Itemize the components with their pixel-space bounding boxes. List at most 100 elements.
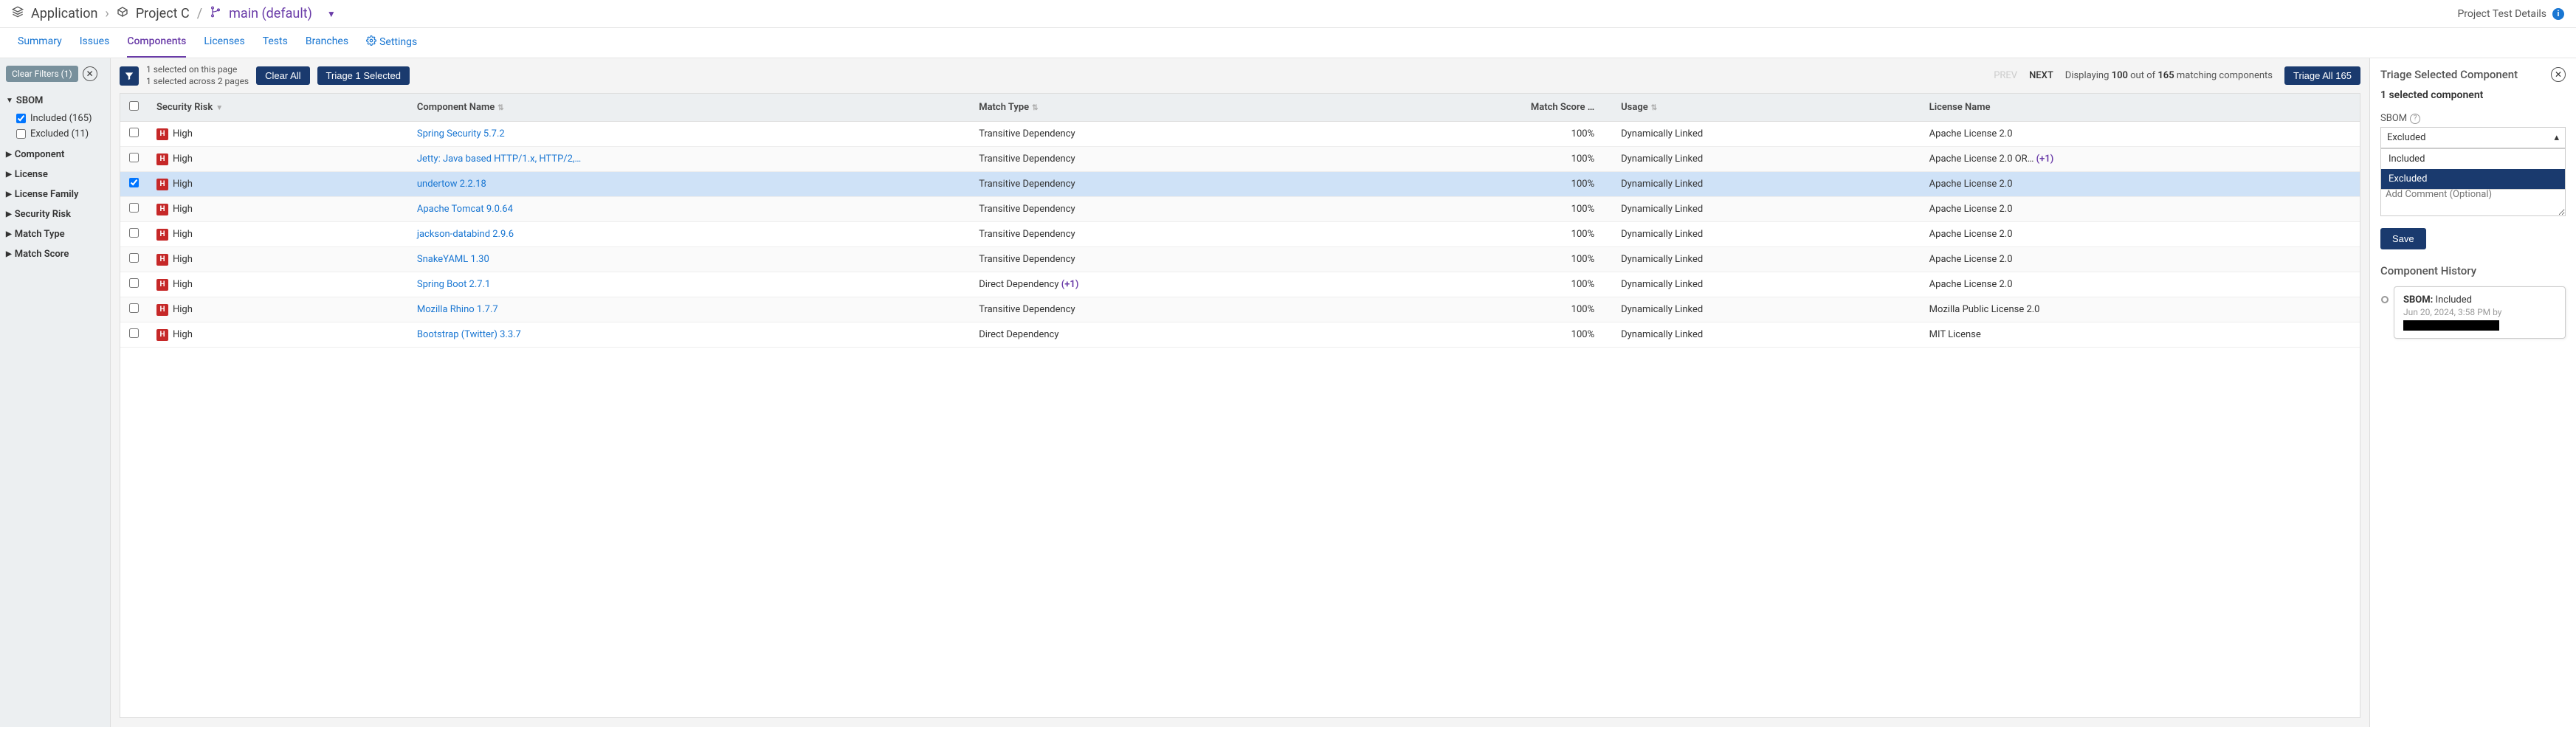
table-row[interactable]: HHigh SnakeYAML 1.30 Transitive Dependen… <box>120 247 2360 272</box>
tab-summary[interactable]: Summary <box>18 28 62 58</box>
tab-branches[interactable]: Branches <box>306 28 348 58</box>
branch-dropdown-icon[interactable]: ▼ <box>327 9 336 19</box>
branch-icon <box>210 6 221 21</box>
project-details-link[interactable]: Project Test Details <box>2457 8 2546 20</box>
tab-issues[interactable]: Issues <box>80 28 110 58</box>
sbom-select[interactable]: Excluded ▴ <box>2380 127 2566 148</box>
column-header-match-type[interactable]: Match Type⇅ <box>970 94 1333 122</box>
table-row[interactable]: HHigh Apache Tomcat 9.0.64 Transitive De… <box>120 197 2360 222</box>
usage-value: Dynamically Linked <box>1621 254 1703 265</box>
table-row[interactable]: HHigh undertow 2.2.18 Transitive Depende… <box>120 172 2360 197</box>
caret-right-icon: ▶ <box>6 210 12 218</box>
sort-down-icon: ▼ <box>216 104 223 112</box>
component-link[interactable]: Apache Tomcat 9.0.64 <box>417 204 513 215</box>
column-header-name[interactable]: Component Name⇅ <box>408 94 970 122</box>
save-button[interactable]: Save <box>2380 228 2426 249</box>
filter-heading-match-score[interactable]: ▶Match Score <box>6 244 104 264</box>
table-row[interactable]: HHigh Spring Boot 2.7.1 Direct Dependenc… <box>120 272 2360 297</box>
license-value: Apache License 2.0 <box>1929 229 2013 240</box>
filter-heading-license-family[interactable]: ▶License Family <box>6 184 104 204</box>
row-checkbox[interactable] <box>129 328 139 338</box>
component-link[interactable]: Jetty: Java based HTTP/1.x, HTTP/2,… <box>417 153 581 165</box>
dropdown-item-excluded[interactable]: Excluded <box>2381 169 2565 189</box>
filter-option-included[interactable]: Included (165) <box>6 111 104 126</box>
caret-down-icon: ▼ <box>6 97 13 105</box>
row-checkbox[interactable] <box>129 153 139 162</box>
match-score-value: 100% <box>1571 229 1594 240</box>
column-header-checkbox[interactable] <box>120 94 148 122</box>
table-row[interactable]: HHigh jackson-databind 2.9.6 Transitive … <box>120 222 2360 247</box>
table-row[interactable]: HHigh Mozilla Rhino 1.7.7 Transitive Dep… <box>120 297 2360 322</box>
filter-heading-security-risk[interactable]: ▶Security Risk <box>6 204 104 224</box>
tab-tests[interactable]: Tests <box>263 28 288 58</box>
filter-heading-component[interactable]: ▶Component <box>6 145 104 165</box>
row-checkbox[interactable] <box>129 178 139 187</box>
plus-count: (+1) <box>2036 153 2054 165</box>
column-header-risk[interactable]: Security Risk▼ <box>148 94 408 122</box>
row-checkbox[interactable] <box>129 278 139 288</box>
tab-licenses[interactable]: Licenses <box>204 28 244 58</box>
clear-filters-button[interactable]: Clear Filters (1) <box>6 66 78 82</box>
triage-count: 1 selected component <box>2380 89 2566 101</box>
column-header-license[interactable]: License Name <box>1921 94 2360 122</box>
row-checkbox[interactable] <box>129 253 139 263</box>
tab-components[interactable]: Components <box>127 28 186 58</box>
component-link[interactable]: Mozilla Rhino 1.7.7 <box>417 304 498 315</box>
triage-title: Triage Selected Component <box>2380 68 2518 81</box>
risk-label: High <box>173 329 193 340</box>
clear-all-button[interactable]: Clear All <box>256 66 309 85</box>
match-type-value: Transitive Dependency <box>979 128 1075 139</box>
component-link[interactable]: Spring Boot 2.7.1 <box>417 279 490 290</box>
component-link[interactable]: jackson-databind 2.9.6 <box>417 229 514 240</box>
displaying-text: Displaying 100 out of 165 matching compo… <box>2065 70 2273 81</box>
sbom-dropdown: Included Excluded <box>2380 148 2566 190</box>
table-row[interactable]: HHigh Bootstrap (Twitter) 3.3.7 Direct D… <box>120 322 2360 348</box>
row-checkbox[interactable] <box>129 228 139 238</box>
risk-badge-icon: H <box>156 304 168 316</box>
license-value: Apache License 2.0 <box>1929 179 2013 190</box>
select-all-checkbox[interactable] <box>129 101 139 111</box>
component-link[interactable]: Spring Security 5.7.2 <box>417 128 505 139</box>
component-link[interactable]: undertow 2.2.18 <box>417 179 486 190</box>
filter-checkbox-included[interactable] <box>16 114 26 123</box>
filter-heading-license[interactable]: ▶License <box>6 165 104 184</box>
dropdown-item-included[interactable]: Included <box>2381 149 2565 169</box>
gear-icon <box>366 35 376 49</box>
filter-checkbox-excluded[interactable] <box>16 129 26 139</box>
risk-badge-icon: H <box>156 329 168 341</box>
close-icon[interactable]: ✕ <box>2551 67 2566 82</box>
breadcrumb-app[interactable]: Application <box>31 6 97 21</box>
tab-settings[interactable]: Settings <box>366 28 417 58</box>
table-row[interactable]: HHigh Jetty: Java based HTTP/1.x, HTTP/2… <box>120 147 2360 172</box>
stack-icon <box>12 6 24 21</box>
help-icon[interactable]: ? <box>2410 114 2420 124</box>
pager-next[interactable]: NEXT <box>2029 70 2053 81</box>
row-checkbox[interactable] <box>129 128 139 137</box>
breadcrumb-branch[interactable]: main (default) <box>229 6 312 21</box>
filter-heading-sbom[interactable]: ▼SBOM <box>6 91 104 111</box>
row-checkbox[interactable] <box>129 303 139 313</box>
row-checkbox[interactable] <box>129 203 139 213</box>
match-type-value: Transitive Dependency <box>979 153 1075 165</box>
table-row[interactable]: HHigh Spring Security 5.7.2 Transitive D… <box>120 122 2360 147</box>
usage-value: Dynamically Linked <box>1621 279 1703 290</box>
info-icon[interactable]: i <box>2552 8 2564 20</box>
match-type-value: Transitive Dependency <box>979 254 1075 265</box>
filter-heading-match-type[interactable]: ▶Match Type <box>6 224 104 244</box>
filter-option-excluded[interactable]: Excluded (11) <box>6 126 104 142</box>
usage-value: Dynamically Linked <box>1621 153 1703 165</box>
column-header-usage[interactable]: Usage⇅ <box>1612 94 1921 122</box>
filter-toggle-button[interactable] <box>120 66 139 86</box>
breadcrumb-project[interactable]: Project C <box>136 6 190 21</box>
match-type-value: Transitive Dependency <box>979 304 1075 315</box>
triage-selected-button[interactable]: Triage 1 Selected <box>317 66 410 85</box>
license-value: Apache License 2.0 <box>1929 128 2013 139</box>
breadcrumb: Application › Project C / main (default)… <box>12 6 336 21</box>
risk-badge-icon: H <box>156 153 168 165</box>
column-header-match-score[interactable]: Match Score … <box>1333 94 1612 122</box>
triage-all-button[interactable]: Triage All 165 <box>2284 66 2360 85</box>
caret-right-icon: ▶ <box>6 151 12 159</box>
component-link[interactable]: SnakeYAML 1.30 <box>417 254 489 265</box>
component-link[interactable]: Bootstrap (Twitter) 3.3.7 <box>417 329 521 340</box>
clear-filters-x-icon[interactable]: ✕ <box>83 66 97 81</box>
